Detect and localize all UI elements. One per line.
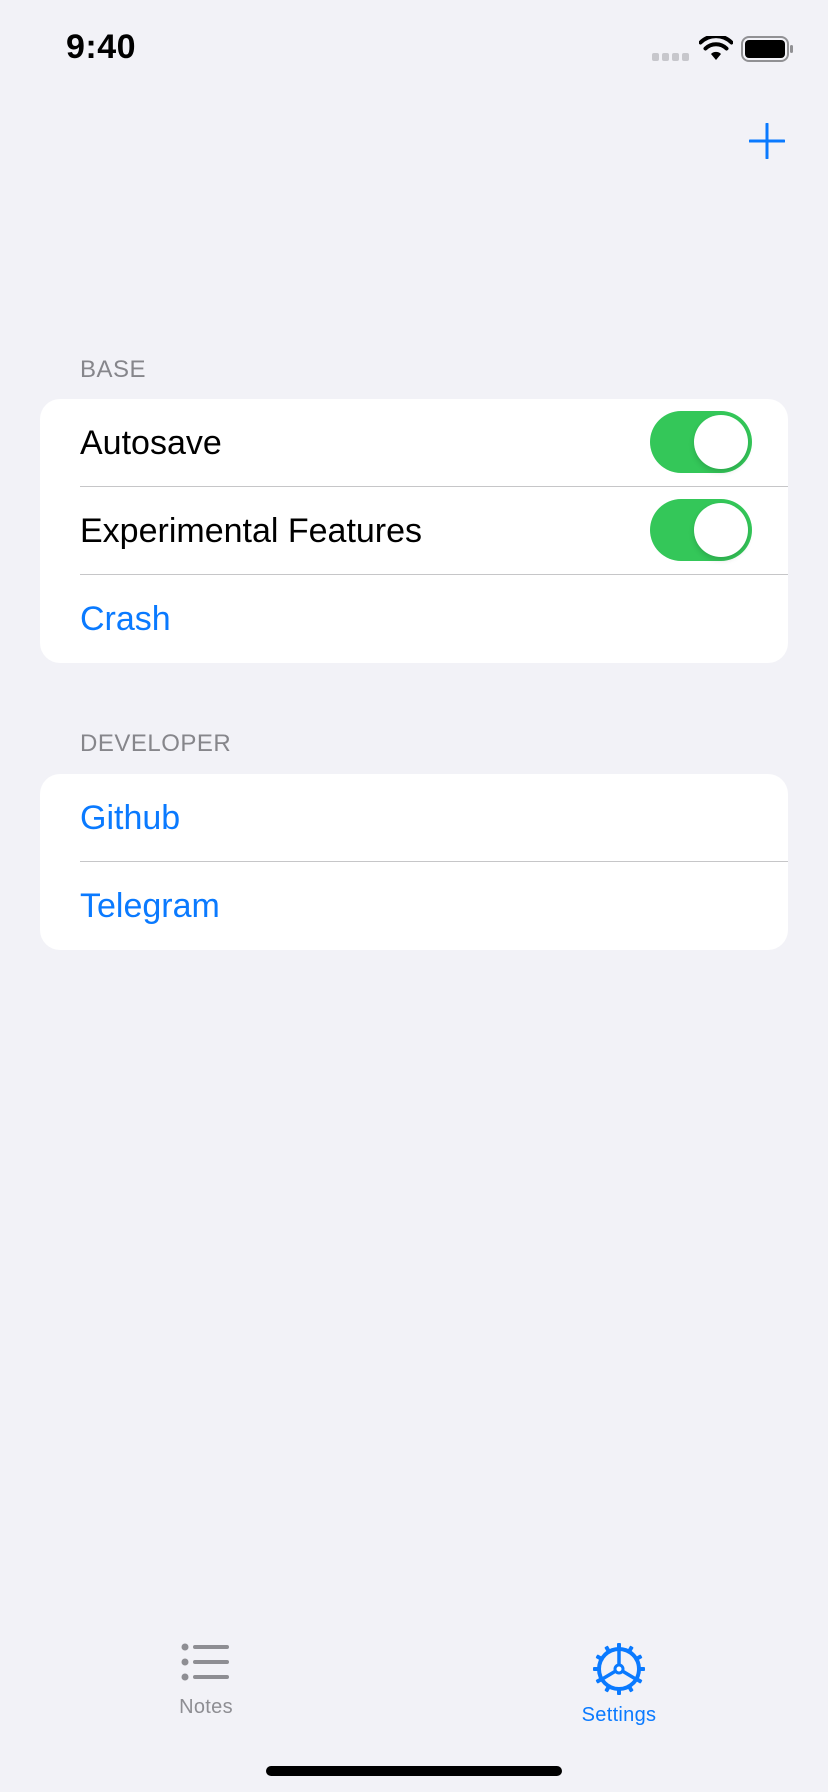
autosave-row: Autosave bbox=[40, 399, 788, 487]
plus-icon bbox=[749, 123, 785, 159]
battery-icon bbox=[741, 36, 793, 62]
github-row[interactable]: Github bbox=[40, 774, 788, 862]
home-indicator bbox=[266, 1766, 562, 1776]
experimental-features-row: Experimental Features bbox=[40, 487, 788, 575]
developer-group: Github Telegram bbox=[40, 774, 788, 950]
section-header-base: BASE bbox=[80, 356, 147, 383]
autosave-label: Autosave bbox=[80, 423, 222, 462]
crash-row[interactable]: Crash bbox=[40, 575, 788, 663]
tab-settings[interactable]: Settings bbox=[519, 1642, 719, 1738]
cellular-signal-icon bbox=[652, 53, 689, 61]
tab-notes-label: Notes bbox=[179, 1696, 233, 1718]
telegram-row[interactable]: Telegram bbox=[40, 862, 788, 950]
telegram-link[interactable]: Telegram bbox=[80, 887, 220, 926]
status-bar: 9:40 bbox=[0, 0, 828, 100]
section-header-developer: DEVELOPER bbox=[80, 730, 232, 757]
toggle-knob bbox=[694, 415, 748, 469]
tab-bar: Notes Settings bbox=[0, 1612, 828, 1792]
gear-icon bbox=[593, 1643, 645, 1695]
add-button[interactable] bbox=[742, 116, 792, 166]
base-settings-group: Autosave Experimental Features Crash bbox=[40, 399, 788, 663]
experimental-features-toggle[interactable] bbox=[650, 499, 752, 561]
wifi-icon bbox=[699, 36, 733, 60]
github-link[interactable]: Github bbox=[80, 799, 180, 838]
tab-settings-label: Settings bbox=[581, 1704, 657, 1726]
crash-button[interactable]: Crash bbox=[80, 600, 171, 639]
list-icon bbox=[181, 1643, 229, 1681]
autosave-toggle[interactable] bbox=[650, 411, 752, 473]
status-time: 9:40 bbox=[66, 28, 137, 66]
toggle-knob bbox=[694, 503, 748, 557]
tab-notes[interactable]: Notes bbox=[106, 1642, 306, 1738]
experimental-features-label: Experimental Features bbox=[80, 511, 423, 550]
